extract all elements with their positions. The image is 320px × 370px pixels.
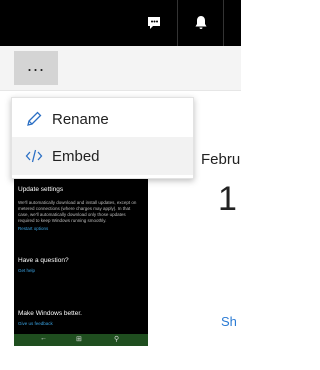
feedback-button[interactable] bbox=[131, 0, 177, 46]
month-text: Febru bbox=[201, 151, 241, 168]
rename-label: Rename bbox=[52, 110, 109, 128]
bell-icon bbox=[195, 16, 207, 29]
command-bar: ... bbox=[0, 46, 241, 91]
pencil-icon bbox=[24, 109, 44, 129]
give-feedback-link: Give us feedback bbox=[18, 321, 53, 326]
search-icon: ⚲ bbox=[114, 336, 120, 343]
more-options-label: ... bbox=[26, 55, 45, 75]
header-button-partial[interactable] bbox=[223, 0, 242, 46]
day-number: 1 bbox=[218, 180, 237, 218]
embed-label: Embed bbox=[52, 147, 100, 165]
update-settings-text: We'll automatically download and install… bbox=[18, 200, 137, 223]
feedback-icon bbox=[148, 17, 160, 29]
question-heading: Have a question? bbox=[18, 257, 69, 264]
embed-code-icon bbox=[24, 146, 44, 166]
menu-item-rename[interactable]: Rename bbox=[12, 100, 193, 138]
share-link-partial[interactable]: Sh bbox=[221, 314, 237, 329]
windows-icon: ⊞ bbox=[76, 336, 82, 343]
back-arrow-icon: ← bbox=[40, 335, 47, 342]
top-bar bbox=[0, 0, 241, 46]
more-options-menu: Rename Embed bbox=[11, 97, 194, 179]
notifications-button[interactable] bbox=[177, 0, 224, 46]
update-settings-heading: Update settings bbox=[18, 186, 64, 193]
phone-nav-bar: ← ⊞ ⚲ bbox=[14, 334, 148, 346]
restart-options-link: Restart options bbox=[18, 226, 49, 231]
get-help-link: Get help bbox=[18, 268, 36, 273]
make-better-heading: Make Windows better. bbox=[18, 310, 82, 317]
menu-item-embed[interactable]: Embed bbox=[12, 137, 193, 175]
more-options-button[interactable]: ... bbox=[14, 51, 58, 85]
